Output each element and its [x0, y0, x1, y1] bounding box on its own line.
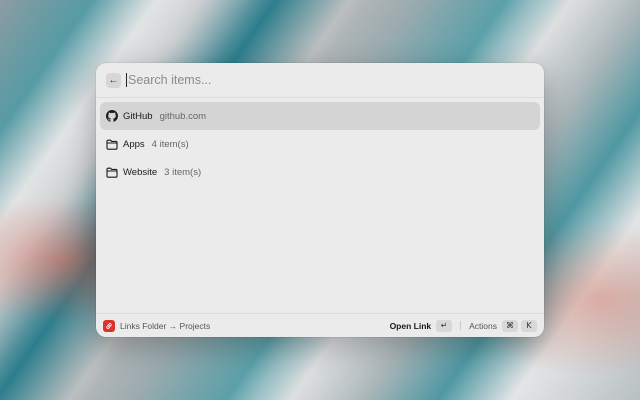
list-item-github[interactable]: GitHub github.com — [100, 102, 540, 130]
item-title: GitHub — [123, 110, 153, 122]
command-key-icon: ⌘ — [502, 319, 518, 332]
launcher-window: ← GitHub github.com Apps 4 item(s) Websi… — [96, 63, 544, 337]
search-input[interactable] — [128, 73, 534, 87]
action-bar: Links Folder → Projects Open Link ↵ Acti… — [96, 313, 544, 337]
item-subtitle: 3 item(s) — [164, 166, 202, 178]
item-title: Apps — [123, 138, 145, 150]
folder-icon — [106, 166, 118, 178]
list-item-apps[interactable]: Apps 4 item(s) — [100, 130, 540, 158]
divider — [460, 321, 462, 330]
item-title: Website — [123, 166, 158, 178]
list-item-website[interactable]: Website 3 item(s) — [100, 158, 540, 186]
text-cursor — [126, 73, 127, 87]
search-bar: ← — [96, 63, 544, 98]
open-link-button[interactable]: Open Link — [390, 321, 432, 331]
link-icon — [103, 319, 115, 332]
results-list: GitHub github.com Apps 4 item(s) Website… — [96, 98, 544, 190]
back-button[interactable]: ← — [106, 72, 121, 88]
folder-icon — [106, 138, 118, 150]
return-key-icon: ↵ — [436, 319, 453, 332]
item-subtitle: github.com — [159, 110, 207, 122]
github-icon — [106, 110, 118, 122]
breadcrumb: Links Folder → Projects — [120, 320, 211, 331]
arrow-left-icon: ← — [108, 74, 119, 86]
item-subtitle: 4 item(s) — [151, 138, 189, 150]
actions-button[interactable]: Actions — [469, 321, 497, 331]
k-key-icon: K — [521, 319, 537, 332]
